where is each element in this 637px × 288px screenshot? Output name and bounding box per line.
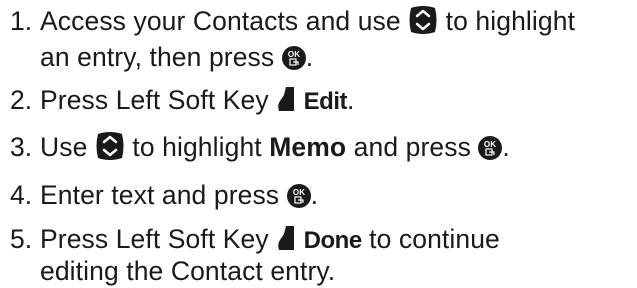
- step-number: 3.: [10, 132, 33, 162]
- soft-key-label: Done: [303, 227, 363, 254]
- step-number: 2.: [10, 85, 33, 115]
- step-5-line-1: Press Left Soft Key Done to continue: [40, 224, 500, 254]
- ok-key-icon: OK: [281, 44, 306, 70]
- step-number: 4.: [10, 180, 33, 210]
- left-soft-key-icon: [276, 85, 296, 113]
- step-1-line-1: Access your Contacts and use to highligh…: [40, 4, 576, 36]
- left-soft-key-icon: [276, 224, 296, 252]
- menu-option-label: Memo: [269, 132, 347, 162]
- step-1-line-2: an entry, then press OK .: [40, 42, 314, 72]
- svg-text:OK: OK: [288, 50, 300, 59]
- step-number: 1.: [10, 6, 33, 36]
- step-3-line: Use to highlight Memo and press OK .: [40, 130, 510, 162]
- navigation-key-icon: [95, 130, 125, 162]
- navigation-key-icon: [408, 4, 438, 36]
- ok-key-icon: OK: [478, 134, 503, 160]
- soft-key-label: Edit: [303, 88, 348, 115]
- step-4-line: Enter text and press OK .: [40, 180, 319, 210]
- step-number: 5.: [10, 224, 33, 254]
- step-2-line: Press Left Soft Key Edit.: [40, 85, 355, 115]
- step-5-line-2: editing the Contact entry.: [40, 256, 336, 286]
- ok-key-icon: OK: [286, 182, 311, 208]
- svg-text:OK: OK: [293, 188, 305, 197]
- svg-text:OK: OK: [484, 140, 496, 149]
